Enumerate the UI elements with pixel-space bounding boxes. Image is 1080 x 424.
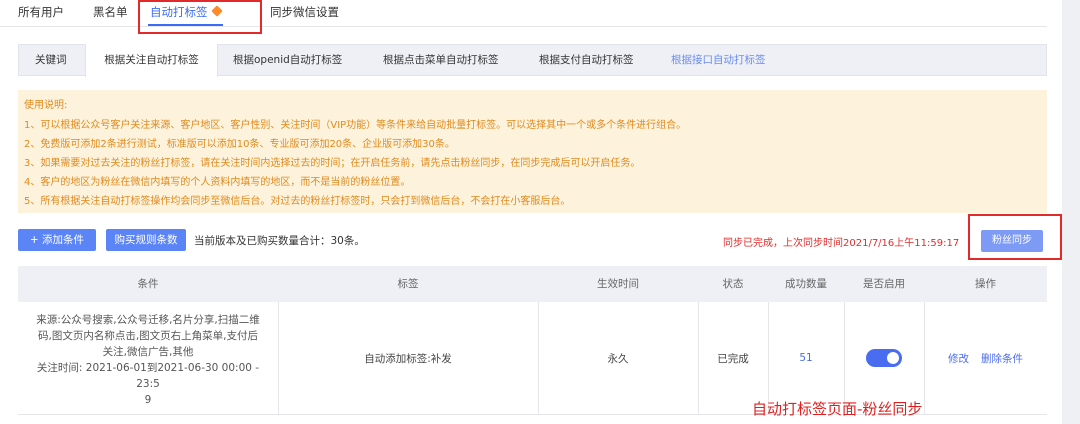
condition-line: 关注,微信广告,其他 [102,346,194,358]
tab-wechat-sync-settings[interactable]: 同步微信设置 [270,4,339,20]
edit-link[interactable]: 修改 [948,351,969,366]
condition-line: 9 [144,394,152,406]
right-scroll-strip [1062,0,1080,424]
condition-cell: 来源:公众号搜索,公众号迁移,名片分享,扫描二维 码,图文页内名称点击,图文页右… [26,312,270,408]
effective-text: 永久 [607,352,629,365]
subtab-api-auto-tag[interactable]: 根据接口自动打标签 [671,45,766,76]
tag-cell: 自动添加标签:补发 [278,302,538,414]
subtab-follow-auto-tag[interactable]: 根据关注自动打标签 [85,44,218,77]
add-condition-button[interactable]: + 添加条件 [18,229,96,251]
tab-all-users[interactable]: 所有用户 [18,4,64,20]
subtab-keyword[interactable]: 关键词 [35,45,67,76]
notice-line-4: 4、客户的地区为粉丝在微信内填写的个人资料内填写的地区，而不是当前的粉丝位置。 [24,177,411,188]
success-count-link[interactable]: 51 [799,352,812,364]
highlight-box-auto-tag [138,0,262,34]
buy-rules-button[interactable]: 购买规则条数 [106,229,186,251]
th-success-count: 成功数量 [785,278,827,290]
subtab-payment-auto-tag[interactable]: 根据支付自动打标签 [539,45,634,76]
th-actions: 操作 [975,278,996,290]
notice-line-1: 1、可以根据公众号客户关注来源、客户地区、客户性别、关注时间（VIP功能）等条件… [24,120,687,131]
condition-line: 来源:公众号搜索,公众号迁移,名片分享,扫描二维 [36,314,260,326]
usage-notice: 使用说明: 1、可以根据公众号客户关注来源、客户地区、客户性别、关注时间（VIP… [18,90,1047,213]
toggle-knob [887,352,899,364]
condition-line: 码,图文页内名称点击,图文页右上角菜单,支付后 [37,330,258,342]
effective-cell: 永久 [538,302,698,414]
th-status: 状态 [722,278,744,290]
subtab-menu-click-auto-tag[interactable]: 根据点击菜单自动打标签 [383,45,499,76]
notice-line-2: 2、免费版可添加2条进行测试，标准版可以添加10条、专业版可添加20条、企业版可… [24,139,455,150]
th-effective-time: 生效时间 [597,278,639,290]
subtab-openid-auto-tag[interactable]: 根据openid自动打标签 [233,45,342,76]
tag-text: 自动添加标签:补发 [364,352,452,365]
sub-tab-bar: 关键词 根据关注自动打标签 根据openid自动打标签 根据点击菜单自动打标签 … [18,44,1047,77]
enable-toggle[interactable] [866,349,902,367]
th-tag: 标签 [397,278,419,290]
delete-condition-link[interactable]: 删除条件 [981,351,1023,366]
annotation-caption: 自动打标签页面-粉丝同步 [752,400,923,418]
th-condition: 条件 [137,278,159,290]
status-text: 已完成 [717,352,749,365]
notice-title: 使用说明: [24,100,68,111]
notice-line-3: 3、如果需要对过去关注的粉丝打标签，请在关注时间内选择过去的时间；在开启任务前，… [24,158,641,169]
actions-cell: 修改 删除条件 [924,302,1047,414]
table-header: 条件 标签 生效时间 状态 成功数量 是否启用 操作 [18,266,1047,302]
condition-line: 关注时间: 2021-06-01到2021-06-30 00:00 - 23:5 [36,362,260,390]
rule-count-text: 当前版本及已购买数量合计：30条。 [194,235,365,247]
th-enabled: 是否启用 [863,278,905,290]
tab-blacklist[interactable]: 黑名单 [93,4,128,20]
sync-status-text: 同步已完成，上次同步时间2021/7/16上午11:59:17 [723,238,960,249]
notice-line-5: 5、所有根据关注自动打标签操作均会同步至微信后台。对过去的粉丝打标签时，只会打到… [24,196,571,207]
highlight-box-sync [968,214,1062,260]
